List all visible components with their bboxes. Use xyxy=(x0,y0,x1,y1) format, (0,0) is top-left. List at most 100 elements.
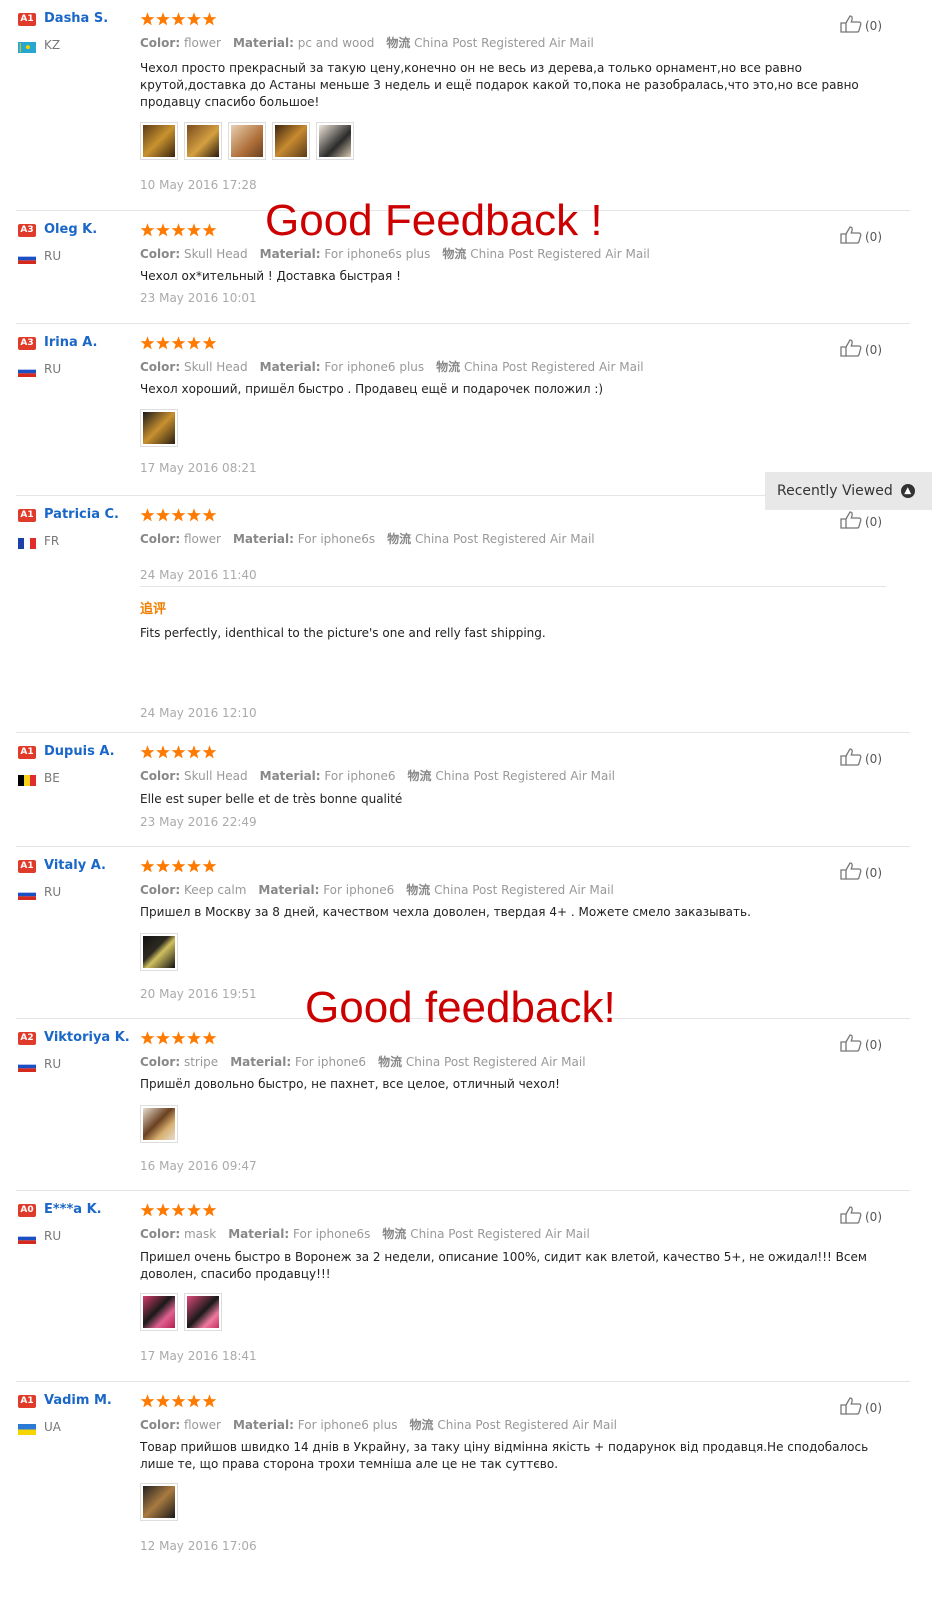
shipping-label: 物流 xyxy=(387,532,412,546)
thumbs-up-icon xyxy=(840,511,862,532)
review-photo-thumbnail[interactable] xyxy=(140,1483,178,1521)
review-photos xyxy=(140,122,354,160)
color-value: flower xyxy=(183,36,221,50)
reviewer-name-link[interactable]: E***a K. xyxy=(44,1202,102,1217)
reviewer-name-link[interactable]: Dasha S. xyxy=(44,11,108,26)
rating-stars xyxy=(140,1394,218,1409)
helpful-button[interactable]: (0) xyxy=(840,339,882,360)
shipping-value: China Post Registered Air Mail xyxy=(405,1055,586,1069)
color-label: Color: xyxy=(140,532,181,546)
country-flag-icon xyxy=(18,1231,38,1244)
review-photo-thumbnail[interactable] xyxy=(140,122,178,160)
thumbs-up-icon xyxy=(840,862,862,883)
review-photos xyxy=(140,1483,178,1521)
review-date: 20 May 2016 19:51 xyxy=(140,987,257,1001)
shipping-value: China Post Registered Air Mail xyxy=(434,883,614,897)
reviewer-name-link[interactable]: Patricia C. xyxy=(44,507,119,522)
review-photo-thumbnail[interactable] xyxy=(140,409,178,447)
helpful-button[interactable]: (0) xyxy=(840,226,882,247)
country-code: UA xyxy=(44,1420,61,1434)
helpful-count: (0) xyxy=(865,514,882,529)
color-label: Color: xyxy=(140,1055,181,1069)
review-photo-thumbnail[interactable] xyxy=(316,122,354,160)
material-label: Material: xyxy=(259,360,321,374)
material-value: For iphone6 xyxy=(323,883,395,897)
review-text: Чехол ох*ительный ! Доставка быстрая ! xyxy=(140,269,401,283)
material-label: Material: xyxy=(230,1055,292,1069)
order-attributes: Color: flower Material: For iphone6 plus 物… xyxy=(140,1416,617,1433)
review-date: 24 May 2016 11:40 xyxy=(140,568,257,582)
review-photo-thumbnail[interactable] xyxy=(140,1105,178,1143)
rating-stars xyxy=(140,859,218,874)
review-date: 23 May 2016 10:01 xyxy=(140,291,257,305)
review-photo-thumbnail[interactable] xyxy=(228,122,266,160)
reviewer-name-link[interactable]: Irina A. xyxy=(44,335,98,350)
review-photo-thumbnail[interactable] xyxy=(184,1293,222,1331)
helpful-count: (0) xyxy=(865,342,882,357)
country-code: BE xyxy=(44,771,60,785)
helpful-button[interactable]: (0) xyxy=(840,1034,882,1055)
material-value: For iphone6 xyxy=(324,769,396,783)
review-text: Пришел очень быстро в Воронеж за 2 недел… xyxy=(140,1250,867,1281)
review-item: A1 Dupuis A. BE Color: Skull Head Material: … xyxy=(16,732,910,847)
review-text: Пришел в Москву за 8 дней, качеством чех… xyxy=(140,905,751,919)
review-photo-thumbnail[interactable] xyxy=(184,122,222,160)
review-date: 17 May 2016 08:21 xyxy=(140,461,257,475)
country-code: RU xyxy=(44,362,62,376)
country-code: RU xyxy=(44,1057,62,1071)
material-label: Material: xyxy=(258,883,320,897)
helpful-count: (0) xyxy=(865,1037,882,1052)
buyer-level-badge: A2 xyxy=(18,1032,36,1045)
order-attributes: Color: stripe Material: For iphone6 物流 Chi… xyxy=(140,1053,586,1070)
review-photo-thumbnail[interactable] xyxy=(140,933,178,971)
reviewer-name-link[interactable]: Vadim M. xyxy=(44,1393,112,1408)
material-value: For iphone6 xyxy=(294,1055,367,1069)
chevron-up-icon: ▲ xyxy=(900,484,915,498)
reviewer-name-link[interactable]: Vitaly A. xyxy=(44,858,106,873)
shipping-value: China Post Registered Air Mail xyxy=(410,1227,590,1241)
additional-feedback-date: 24 May 2016 12:10 xyxy=(140,706,257,720)
order-attributes: Color: mask Material: For iphone6s 物流 Chin… xyxy=(140,1225,590,1242)
helpful-button[interactable]: (0) xyxy=(840,511,882,532)
color-value: Skull Head xyxy=(183,247,248,261)
helpful-button[interactable]: (0) xyxy=(840,748,882,769)
country-flag-icon xyxy=(18,40,38,53)
recently-viewed-button[interactable]: Recently Viewed ▲ xyxy=(765,472,932,510)
material-value: For iphone6s plus xyxy=(324,247,431,261)
material-label: Material: xyxy=(232,532,294,546)
reviewer-name-link[interactable]: Viktoriya K. xyxy=(44,1030,130,1045)
review-photo-thumbnail[interactable] xyxy=(140,1293,178,1331)
review-photo-thumbnail[interactable] xyxy=(272,122,310,160)
additional-feedback-label: 追评 xyxy=(140,601,167,616)
thumbs-up-icon xyxy=(840,226,862,247)
color-value: Skull Head xyxy=(183,769,248,783)
review-photos xyxy=(140,409,178,447)
color-label: Color: xyxy=(140,247,181,261)
helpful-button[interactable]: (0) xyxy=(840,862,882,883)
color-label: Color: xyxy=(140,1227,181,1241)
helpful-button[interactable]: (0) xyxy=(840,1397,882,1418)
helpful-button[interactable]: (0) xyxy=(840,1206,882,1227)
country-code: FR xyxy=(44,534,60,548)
shipping-label: 物流 xyxy=(378,1055,403,1069)
material-label: Material: xyxy=(228,1227,290,1241)
review-item: A1 Vadim M. UA Color: flower Material: For i… xyxy=(16,1381,910,1612)
color-label: Color: xyxy=(140,1418,181,1432)
reviewer-name-link[interactable]: Oleg K. xyxy=(44,222,97,237)
shipping-label: 物流 xyxy=(382,1227,407,1241)
review-date: 16 May 2016 09:47 xyxy=(140,1159,257,1173)
reviewer-name-link[interactable]: Dupuis A. xyxy=(44,744,115,759)
thumbs-up-icon xyxy=(840,15,862,36)
shipping-value: China Post Registered Air Mail xyxy=(435,769,615,783)
color-label: Color: xyxy=(140,769,181,783)
review-date: 17 May 2016 18:41 xyxy=(140,1349,257,1363)
helpful-count: (0) xyxy=(865,751,882,766)
country-flag-icon xyxy=(18,251,38,264)
review-photos xyxy=(140,1105,178,1143)
helpful-button[interactable]: (0) xyxy=(840,15,882,36)
buyer-level-badge: A1 xyxy=(18,1395,36,1408)
review-text: Товар прийшов швидко 14 днів в Украйну, … xyxy=(140,1440,869,1471)
country-code: KZ xyxy=(44,38,61,52)
country-flag-icon xyxy=(18,887,38,900)
rating-stars xyxy=(140,12,218,27)
